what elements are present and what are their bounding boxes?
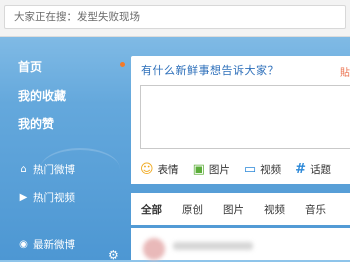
video-icon: ▭ (243, 161, 257, 177)
fire-icon: ⌂ (20, 164, 27, 175)
nav-item-hot-video[interactable]: ▶ 热门视频 (18, 190, 75, 205)
tool-label: 话题 (310, 163, 332, 176)
tool-label: 表情 (157, 163, 179, 176)
tool-label: 图片 (208, 163, 230, 176)
compose-box: 有什么新鲜事想告诉大家？ 貼 ☺ 表情 ▣ 图片 ▭ 视频 # 话题 (131, 56, 350, 184)
image-icon: ▣ (192, 161, 205, 177)
play-icon: ▶ (19, 192, 28, 203)
nav-active-dot (120, 62, 125, 67)
topic-button[interactable]: # 话题 (295, 162, 331, 177)
nav-sub-label: 热门微博 (33, 164, 75, 176)
tab-images[interactable]: 图片 (213, 202, 254, 217)
emoji-button[interactable]: ☺ 表情 (140, 162, 179, 177)
nav-item-latest-weibo[interactable]: ◉ 最新微博 (18, 237, 75, 252)
compose-side-link[interactable]: 貼 (340, 64, 350, 79)
radio-icon: ◉ (19, 239, 28, 250)
tab-music[interactable]: 音乐 (295, 202, 336, 217)
compose-toolbar: ☺ 表情 ▣ 图片 ▭ 视频 # 话题 (140, 160, 350, 178)
compose-title: 有什么新鲜事想告诉大家？ (141, 64, 279, 77)
left-nav: 首页 我的收藏 我的赞 ⌂ 热门微博 ▶ 热门视频 ⚙ ◉ 最新微博 (0, 36, 130, 262)
video-button[interactable]: ▭ 视频 (244, 162, 281, 177)
image-button[interactable]: ▣ 图片 (193, 162, 230, 177)
nav-item-home[interactable]: 首页 (18, 58, 42, 75)
top-bar: 大家正在搜：发型失败现场 (0, 0, 350, 37)
tab-videos[interactable]: 视频 (254, 202, 295, 217)
nav-item-favorites[interactable]: 我的收藏 (18, 87, 66, 104)
compose-textarea[interactable] (140, 85, 350, 149)
tab-all[interactable]: 全部 (131, 202, 172, 217)
nav-sub-label: 最新微博 (33, 239, 75, 251)
smile-icon: ☺ (140, 161, 154, 177)
search-input[interactable]: 大家正在搜：发型失败现场 (4, 5, 346, 29)
tool-label: 视频 (260, 163, 282, 176)
feed-item (131, 228, 350, 260)
hashtag-icon: # (295, 161, 307, 177)
nav-item-likes[interactable]: 我的赞 (18, 115, 54, 132)
avatar (143, 238, 165, 260)
feed-text-placeholder (173, 242, 253, 250)
nav-item-hot-weibo[interactable]: ⌂ 热门微博 (18, 162, 75, 177)
nav-sub-label: 热门视频 (33, 192, 75, 204)
feed-tabs: 全部 原创 图片 视频 音乐 (131, 193, 350, 225)
tab-original[interactable]: 原创 (172, 202, 213, 217)
